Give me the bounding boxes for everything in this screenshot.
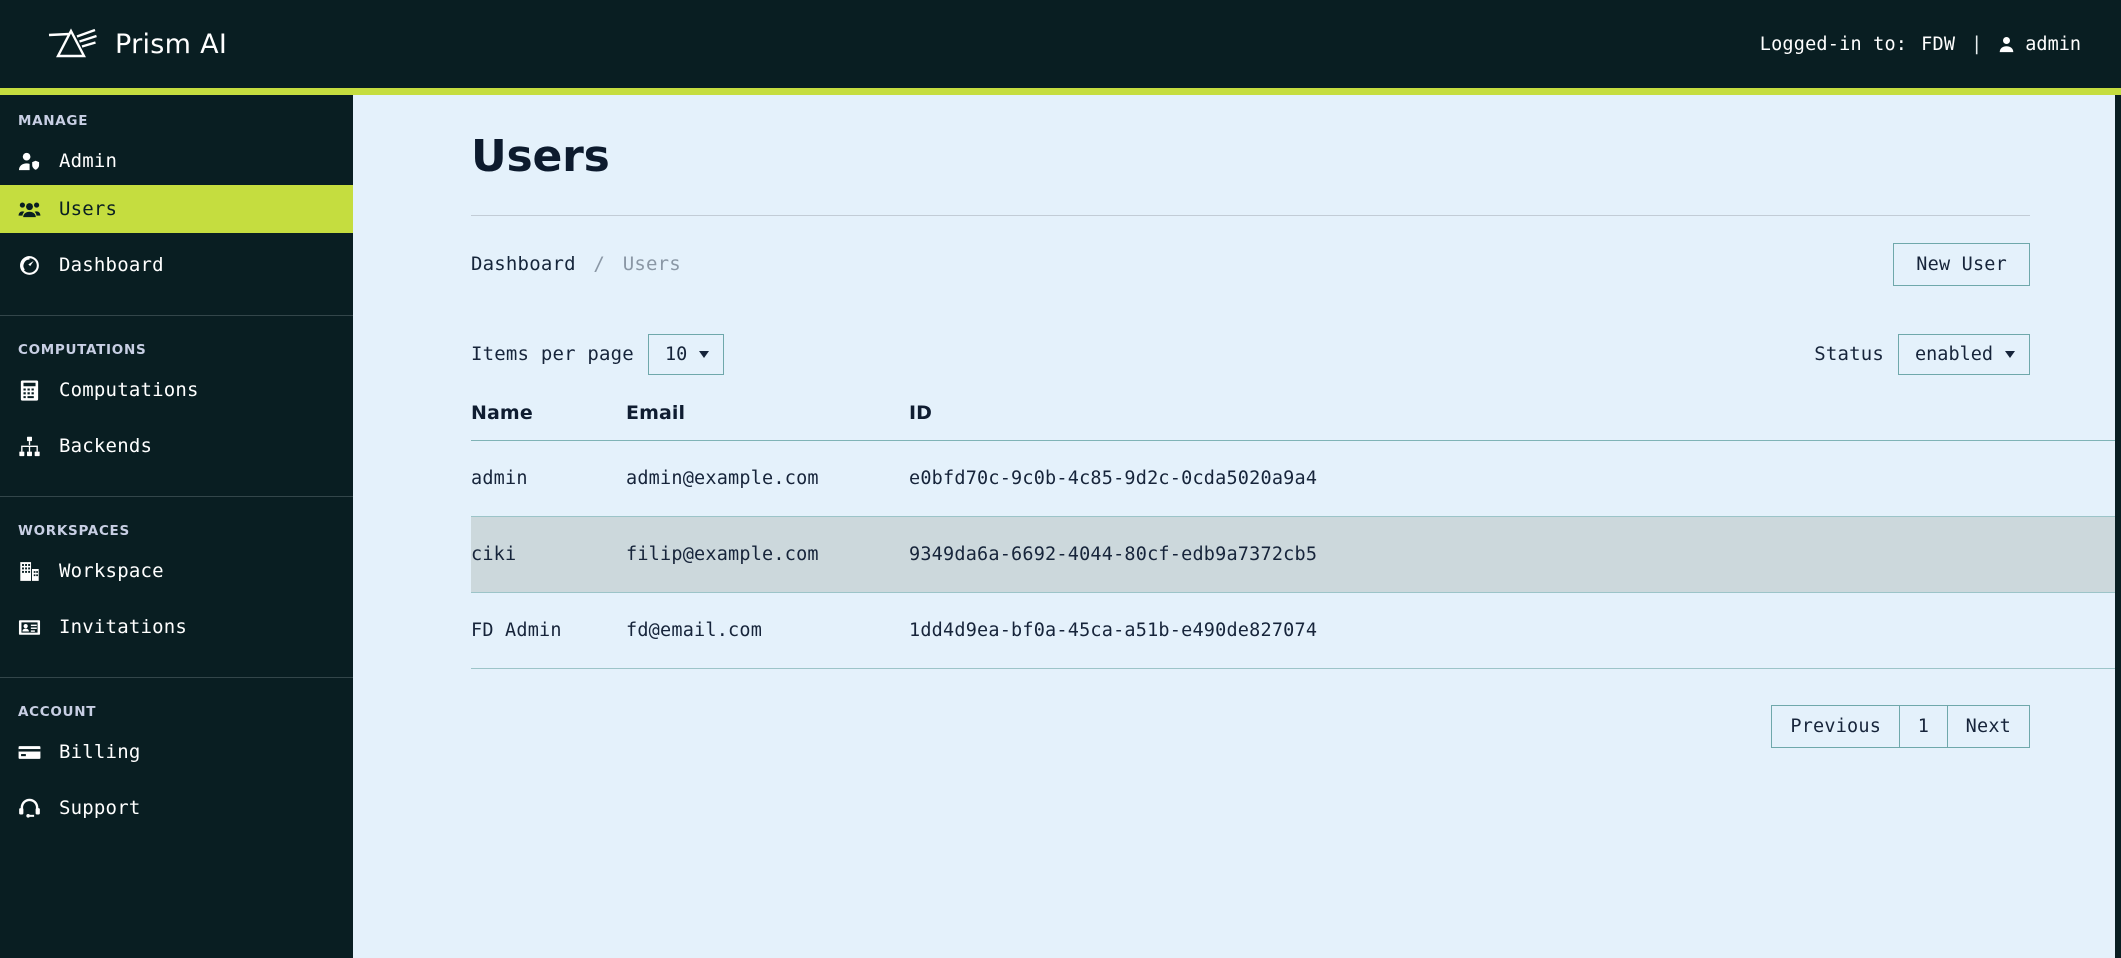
main-content: Users Dashboard / Users New User Items p… (353, 88, 2121, 958)
gauge-icon (18, 254, 41, 277)
column-header-email: Email (626, 402, 686, 424)
items-per-page-select[interactable]: 10 (647, 333, 725, 375)
chevron-down-icon (699, 350, 710, 358)
sidebar-divider (0, 496, 353, 497)
items-per-page-label: Items per page (471, 343, 634, 365)
sidebar-item-label: Workspace (59, 560, 164, 582)
title-divider (471, 215, 2030, 216)
pagination-row: Previous 1 Next (471, 705, 2030, 748)
sitemap-icon (18, 435, 41, 458)
pagination-previous-button[interactable]: Previous (1771, 705, 1901, 748)
pagination-page-1-button[interactable]: 1 (1898, 705, 1949, 748)
table-row[interactable]: admin admin@example.com e0bfd70c-9c0b-4c… (471, 440, 2121, 517)
page-title: Users (471, 131, 610, 182)
topbar-divider: | (1971, 33, 1983, 55)
sidebar-item-billing[interactable]: Billing (0, 728, 353, 776)
breadcrumb-dashboard[interactable]: Dashboard (471, 253, 576, 275)
chevron-down-icon (2005, 350, 2015, 358)
brand-logo[interactable]: Prism AI (46, 25, 227, 63)
users-table: Name Email ID Update Status admin admin@… (471, 402, 2121, 669)
sidebar-item-users[interactable]: Users (0, 185, 353, 233)
breadcrumb-current: Users (622, 253, 681, 275)
calculator-icon (18, 379, 41, 402)
cell-id: e0bfd70c-9c0b-4c85-9d2c-0cda5020a9a4 (909, 440, 2121, 517)
sidebar-item-support[interactable]: Support (0, 784, 353, 832)
users-table-head: Name Email ID Update Status (471, 402, 2121, 441)
cell-id: 1dd4d9ea-bf0a-45ca-a51b-e490de827074 (909, 592, 2121, 669)
table-row[interactable]: ciki filip@example.com 9349da6a-6692-404… (471, 516, 2121, 593)
cell-name: FD Admin (471, 592, 626, 669)
breadcrumb-separator: / (593, 253, 606, 275)
building-icon (18, 560, 41, 583)
status-filter-label: Status (1814, 343, 1885, 365)
cell-email: fd@email.com (626, 592, 909, 669)
cell-name: admin (471, 440, 626, 517)
cell-email: admin@example.com (626, 440, 909, 517)
status-filter-control: Status enabled (1814, 333, 2030, 375)
sidebar-divider (0, 677, 353, 678)
cell-email: filip@example.com (626, 516, 909, 593)
cell-name: ciki (471, 516, 626, 593)
sidebar-item-backends[interactable]: Backends (0, 422, 353, 470)
logged-in-label: Logged-in to: (1759, 33, 1908, 55)
top-navbar: Prism AI Logged-in to: FDW | admin (0, 0, 2121, 88)
sidebar-item-label: Backends (59, 435, 153, 457)
brand-name: Prism AI (115, 28, 228, 60)
table-controls: Items per page 10 Status enabled (471, 332, 2030, 376)
sidebar-section-account-label: ACCOUNT (18, 704, 97, 720)
status-filter-value: enabled (1915, 343, 1993, 365)
sidebar-item-computations[interactable]: Computations (0, 366, 353, 414)
items-per-page-value: 10 (664, 343, 688, 365)
column-header-id: ID (909, 402, 933, 424)
headset-icon (18, 797, 41, 820)
sidebar-item-label: Billing (59, 741, 141, 763)
new-user-button[interactable]: New User (1893, 242, 2030, 286)
sidebar-item-label: Computations (59, 379, 199, 401)
sidebar: MANAGE Admin Users Dashboard COMPUTATION… (0, 88, 353, 958)
breadcrumb: Dashboard / Users (471, 253, 681, 275)
cell-id: 9349da6a-6692-4044-80cf-edb9a7372cb5 (909, 516, 2121, 593)
right-edge-strip (2115, 88, 2121, 958)
username: admin (2025, 33, 2081, 55)
sidebar-item-dashboard[interactable]: Dashboard (0, 241, 353, 289)
prism-logo-icon (46, 25, 98, 63)
credit-card-icon (18, 741, 41, 764)
sidebar-item-label: Invitations (59, 616, 188, 638)
table-row[interactable]: FD Admin fd@email.com 1dd4d9ea-bf0a-45ca… (471, 592, 2121, 669)
items-per-page-control: Items per page 10 (471, 333, 725, 375)
column-header-name: Name (471, 402, 533, 424)
users-group-icon (18, 198, 41, 221)
users-table-header-row: Name Email ID Update Status (471, 402, 2121, 441)
tenant-name: FDW (1921, 33, 1956, 55)
breadcrumb-row: Dashboard / Users New User (471, 242, 2030, 286)
sidebar-divider (0, 315, 353, 316)
pagination: Previous 1 Next (1771, 705, 2030, 748)
sidebar-section-workspaces-label: WORKSPACES (18, 523, 130, 539)
sidebar-section-manage-label: MANAGE (18, 113, 89, 129)
sidebar-item-label: Users (59, 198, 118, 220)
user-icon (1998, 36, 2015, 53)
sidebar-item-workspace[interactable]: Workspace (0, 547, 353, 595)
sidebar-item-label: Dashboard (59, 254, 164, 276)
topbar-session-info: Logged-in to: FDW | admin (1760, 34, 2081, 55)
app-window: Prism AI Logged-in to: FDW | admin MANAG… (0, 0, 2121, 958)
pagination-next-button[interactable]: Next (1946, 705, 2030, 748)
status-filter-select[interactable]: enabled (1898, 333, 2030, 375)
sidebar-item-invitations[interactable]: Invitations (0, 603, 353, 651)
sidebar-item-label: Admin (59, 150, 118, 172)
id-card-icon (18, 616, 41, 639)
user-shield-icon (18, 150, 41, 173)
accent-top-strip (0, 88, 2121, 95)
sidebar-item-admin[interactable]: Admin (0, 137, 353, 185)
sidebar-item-label: Support (59, 797, 141, 819)
users-table-body: admin admin@example.com e0bfd70c-9c0b-4c… (471, 440, 2121, 669)
user-menu[interactable]: admin (1998, 34, 2081, 55)
sidebar-section-computations-label: COMPUTATIONS (18, 342, 147, 358)
